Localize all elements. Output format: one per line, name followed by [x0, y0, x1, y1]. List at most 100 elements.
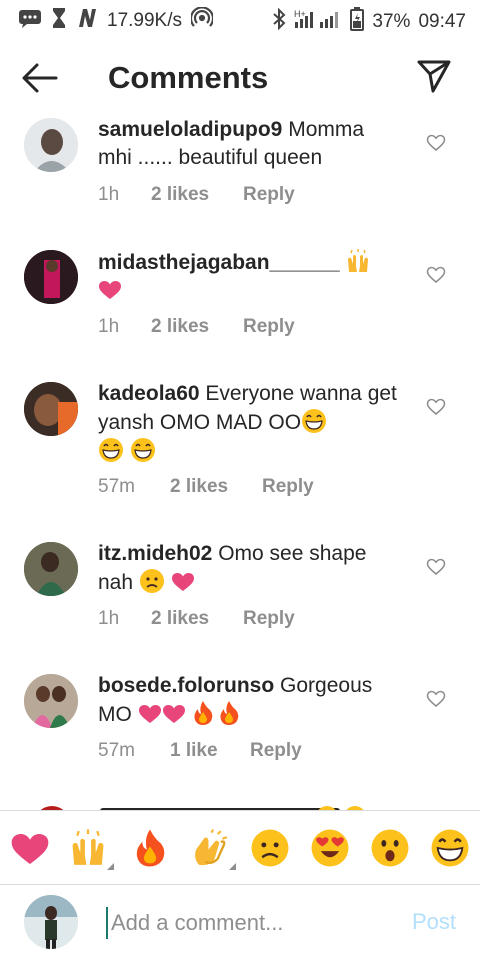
comment-meta: 57m 1 like Reply	[98, 740, 302, 762]
comment-item: kadeola60 Everyone wanna get yansh OMO M…	[0, 376, 480, 536]
avatar[interactable]	[24, 250, 78, 304]
comment-time: 1h	[98, 608, 120, 629]
comment-item: midasthejagaban______ 1h 2 likes Reply	[0, 244, 480, 376]
heart-eyes-icon	[311, 829, 349, 867]
header: Comments	[0, 50, 480, 110]
status-bar: 17.99K/s H+ 37% 09:47	[0, 0, 480, 38]
emoji-heart-eyes-button[interactable]	[310, 828, 350, 868]
reply-button[interactable]: Reply	[243, 184, 295, 206]
comment-time: 1h	[98, 316, 120, 337]
comment-likes[interactable]: 2 likes	[151, 608, 243, 630]
hotspot-icon	[189, 6, 215, 35]
arrow-left-icon	[22, 63, 58, 93]
heart-emoji	[171, 572, 195, 592]
raised-hands-emoji	[345, 248, 371, 274]
heart-outline-icon	[426, 690, 446, 708]
paper-plane-icon	[417, 60, 451, 93]
n-icon	[76, 7, 98, 35]
emoji-heart-button[interactable]	[10, 828, 50, 868]
comment-username[interactable]: midasthejagaban______	[98, 251, 340, 274]
self-avatar	[24, 895, 78, 949]
heart-outline-icon	[426, 558, 446, 576]
grinning-face-emoji	[301, 408, 327, 434]
emoji-raised-hands-button[interactable]	[68, 828, 114, 870]
comment-likes[interactable]: 2 likes	[151, 316, 243, 338]
like-button[interactable]	[426, 134, 448, 154]
emoji-surprised-face-button[interactable]	[370, 828, 410, 868]
clock: 09:47	[418, 11, 466, 32]
emoji-fire-button[interactable]	[130, 828, 170, 868]
fire-emoji	[218, 700, 244, 726]
bluetooth-icon	[272, 7, 286, 36]
battery-icon	[350, 7, 365, 37]
reply-button[interactable]: Reply	[243, 608, 295, 630]
sad-face-icon	[251, 829, 289, 867]
avatar[interactable]	[24, 542, 78, 596]
skin-tone-indicator	[107, 863, 114, 870]
signal-icon: H+	[294, 8, 342, 36]
fire-icon	[136, 829, 165, 867]
comment-item: itz.mideh02 Omo see shape nah 1h 2 likes…	[0, 536, 480, 668]
hourglass-icon	[51, 7, 67, 35]
avatar[interactable]	[24, 674, 78, 728]
post-button[interactable]: Post	[412, 909, 456, 935]
divider	[0, 810, 480, 811]
clapping-hands-icon	[195, 829, 228, 866]
emoji-clapping-hands-button[interactable]	[190, 828, 236, 870]
comment-username[interactable]: bosede.folorunso	[98, 674, 274, 697]
heart-emoji	[162, 704, 186, 724]
like-button[interactable]	[426, 690, 448, 710]
reply-button[interactable]: Reply	[262, 476, 314, 498]
comment-item-partial	[0, 802, 480, 810]
comment-username[interactable]: kadeola60	[98, 382, 200, 405]
comment-username[interactable]: itz.mideh02	[98, 542, 212, 565]
comment-meta: 1h 2 likes Reply	[98, 184, 295, 206]
comment-likes[interactable]: 1 like	[170, 740, 250, 762]
comment-meta: 57m 2 likes Reply	[98, 476, 314, 498]
heart-outline-icon	[426, 134, 446, 152]
avatar[interactable]	[24, 118, 78, 172]
comment-time: 57m	[98, 740, 135, 761]
like-button[interactable]	[426, 266, 448, 286]
comment-meta: 1h 2 likes Reply	[98, 608, 295, 630]
comments-list: samueloladipupo9 Momma mhi ...... beauti…	[0, 112, 480, 810]
raised-hands-icon	[72, 829, 104, 865]
like-button[interactable]	[426, 398, 448, 418]
emoji-sad-face-button[interactable]	[250, 828, 290, 868]
svg-text:H+: H+	[294, 9, 306, 19]
skin-tone-indicator	[229, 863, 236, 870]
comment-username[interactable]: samueloladipupo9	[98, 118, 282, 141]
comment-item: samueloladipupo9 Momma mhi ...... beauti…	[0, 112, 480, 244]
heart-outline-icon	[426, 398, 446, 416]
battery-percent: 37%	[372, 11, 411, 32]
heart-emoji	[98, 280, 122, 300]
surprised-face-icon	[371, 829, 409, 867]
emoji-grinning-face-button[interactable]	[430, 828, 470, 868]
fire-emoji	[192, 700, 218, 726]
page-title: Comments	[108, 60, 269, 95]
reply-button[interactable]: Reply	[243, 316, 295, 338]
sad-face-emoji	[139, 568, 165, 594]
heart-icon	[11, 834, 49, 864]
heart-outline-icon	[426, 266, 446, 284]
heart-emoji	[138, 704, 162, 724]
comment-time: 1h	[98, 184, 120, 205]
comment-input-row: Post	[0, 885, 480, 960]
message-icon	[18, 8, 42, 34]
grinning-face-icon	[431, 829, 469, 867]
back-button[interactable]	[20, 60, 64, 100]
emoji-bar	[0, 812, 480, 884]
avatar[interactable]	[24, 382, 78, 436]
comment-item: bosede.folorunso Gorgeous MO 57m 1 like …	[0, 668, 480, 800]
network-speed: 17.99K/s	[107, 10, 182, 31]
reply-button[interactable]: Reply	[250, 740, 302, 762]
comment-input[interactable]	[106, 907, 393, 939]
grinning-face-emoji	[130, 437, 156, 463]
share-button[interactable]	[416, 58, 456, 98]
comment-likes[interactable]: 2 likes	[151, 184, 243, 206]
like-button[interactable]	[426, 558, 448, 578]
grinning-face-emoji	[98, 437, 124, 463]
comment-time: 57m	[98, 476, 135, 497]
comment-likes[interactable]: 2 likes	[170, 476, 262, 498]
comment-meta: 1h 2 likes Reply	[98, 316, 295, 338]
